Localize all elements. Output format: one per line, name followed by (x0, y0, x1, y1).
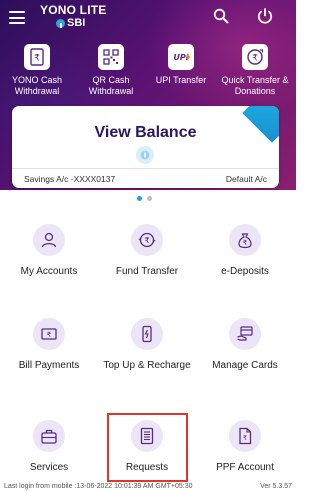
mobile-recharge-icon (131, 318, 163, 350)
briefcase-icon (33, 420, 65, 452)
quick-action-yono-cash[interactable]: ₹ YONO Cash Withdrawal (0, 44, 74, 97)
tile-bill-payments[interactable]: ₹ Bill Payments (0, 318, 98, 372)
requests-highlight-box (107, 413, 188, 482)
bill-payment-icon: ₹ (33, 318, 65, 350)
tile-label: Services (29, 462, 69, 473)
tile-label: Top Up & Recharge (103, 360, 191, 371)
qr-code-icon (98, 44, 124, 70)
tile-label: Manage Cards (212, 360, 278, 371)
default-account-label: Default A/c (225, 174, 267, 184)
quick-action-quick-transfer[interactable]: ₹ Quick Transfer & Donations (218, 44, 292, 97)
svg-text:₹: ₹ (252, 54, 258, 64)
quick-action-label: YONO Cash Withdrawal (11, 75, 62, 96)
quick-action-label: QR Cash Withdrawal (88, 75, 134, 96)
quick-action-upi[interactable]: UPI UPI Transfer (144, 44, 218, 86)
ppf-document-icon: ₹ (229, 420, 261, 452)
tile-ppf-account[interactable]: ₹ PPF Account (196, 420, 294, 474)
quick-actions: ₹ YONO Cash Withdrawal QR Cash Withdrawa… (0, 44, 296, 104)
top-bar: YONO LITE SBI (0, 0, 296, 38)
version-text: Ver 5.3.57 (260, 483, 292, 490)
menu-icon[interactable] (9, 11, 25, 24)
svg-text:₹: ₹ (144, 236, 149, 245)
balance-card[interactable]: View Balance Savings A/c -XXXX0137 Defau… (12, 106, 279, 188)
carousel-dot-active[interactable] (137, 196, 142, 201)
view-balance-title[interactable]: View Balance (12, 124, 279, 142)
user-account-icon (33, 224, 65, 256)
last-login-text: Last login from mobile :13-06-2022 10:01… (4, 483, 193, 490)
tile-e-deposits[interactable]: ₹ e-Deposits (196, 224, 294, 278)
search-icon[interactable] (213, 8, 229, 24)
quick-action-label: UPI Transfer (155, 75, 207, 85)
tile-my-accounts[interactable]: My Accounts (0, 224, 98, 278)
tile-manage-cards[interactable]: Manage Cards (196, 318, 294, 372)
footer: Last login from mobile :13-06-2022 10:01… (0, 481, 296, 493)
rupee-document-icon: ₹ (24, 44, 50, 70)
svg-text:₹: ₹ (34, 54, 40, 64)
sbi-logo-icon (56, 18, 65, 28)
svg-text:UPI: UPI (173, 53, 188, 62)
tile-label: Bill Payments (18, 360, 80, 371)
svg-text:₹: ₹ (47, 331, 52, 339)
show-balance-icon (140, 150, 150, 160)
view-balance-button[interactable] (136, 146, 154, 164)
account-number: Savings A/c -XXXX0137 (24, 174, 116, 184)
tile-label: PPF Account (216, 462, 274, 473)
tile-fund-transfer[interactable]: ₹ Fund Transfer (98, 224, 196, 278)
quick-action-qr-cash[interactable]: QR Cash Withdrawal (74, 44, 148, 97)
rupee-transfer-icon: ₹ (242, 44, 268, 70)
carousel-dot[interactable] (147, 196, 152, 201)
app-logo: YONO LITE SBI (40, 3, 107, 30)
money-bag-icon: ₹ (229, 224, 261, 256)
tile-label: My Accounts (20, 266, 78, 277)
card-in-hand-icon (229, 318, 261, 350)
quick-action-label: Quick Transfer & Donations (221, 75, 289, 96)
upi-icon: UPI (168, 44, 194, 70)
tile-label: e-Deposits (221, 266, 269, 277)
logo-line2: SBI (40, 17, 106, 29)
logo-sbi-text: SBI (67, 17, 86, 29)
tile-top-up-recharge[interactable]: Top Up & Recharge (98, 318, 196, 372)
svg-text:₹: ₹ (243, 239, 248, 247)
svg-text:₹: ₹ (243, 434, 247, 442)
fund-transfer-icon: ₹ (131, 224, 163, 256)
tile-services[interactable]: Services (0, 420, 98, 474)
tile-label: Fund Transfer (115, 266, 179, 277)
logo-line1: YONO LITE (40, 3, 107, 17)
power-icon[interactable] (256, 7, 274, 25)
account-row: Savings A/c -XXXX0137 Default A/c (12, 168, 279, 188)
carousel-indicator (137, 196, 152, 201)
